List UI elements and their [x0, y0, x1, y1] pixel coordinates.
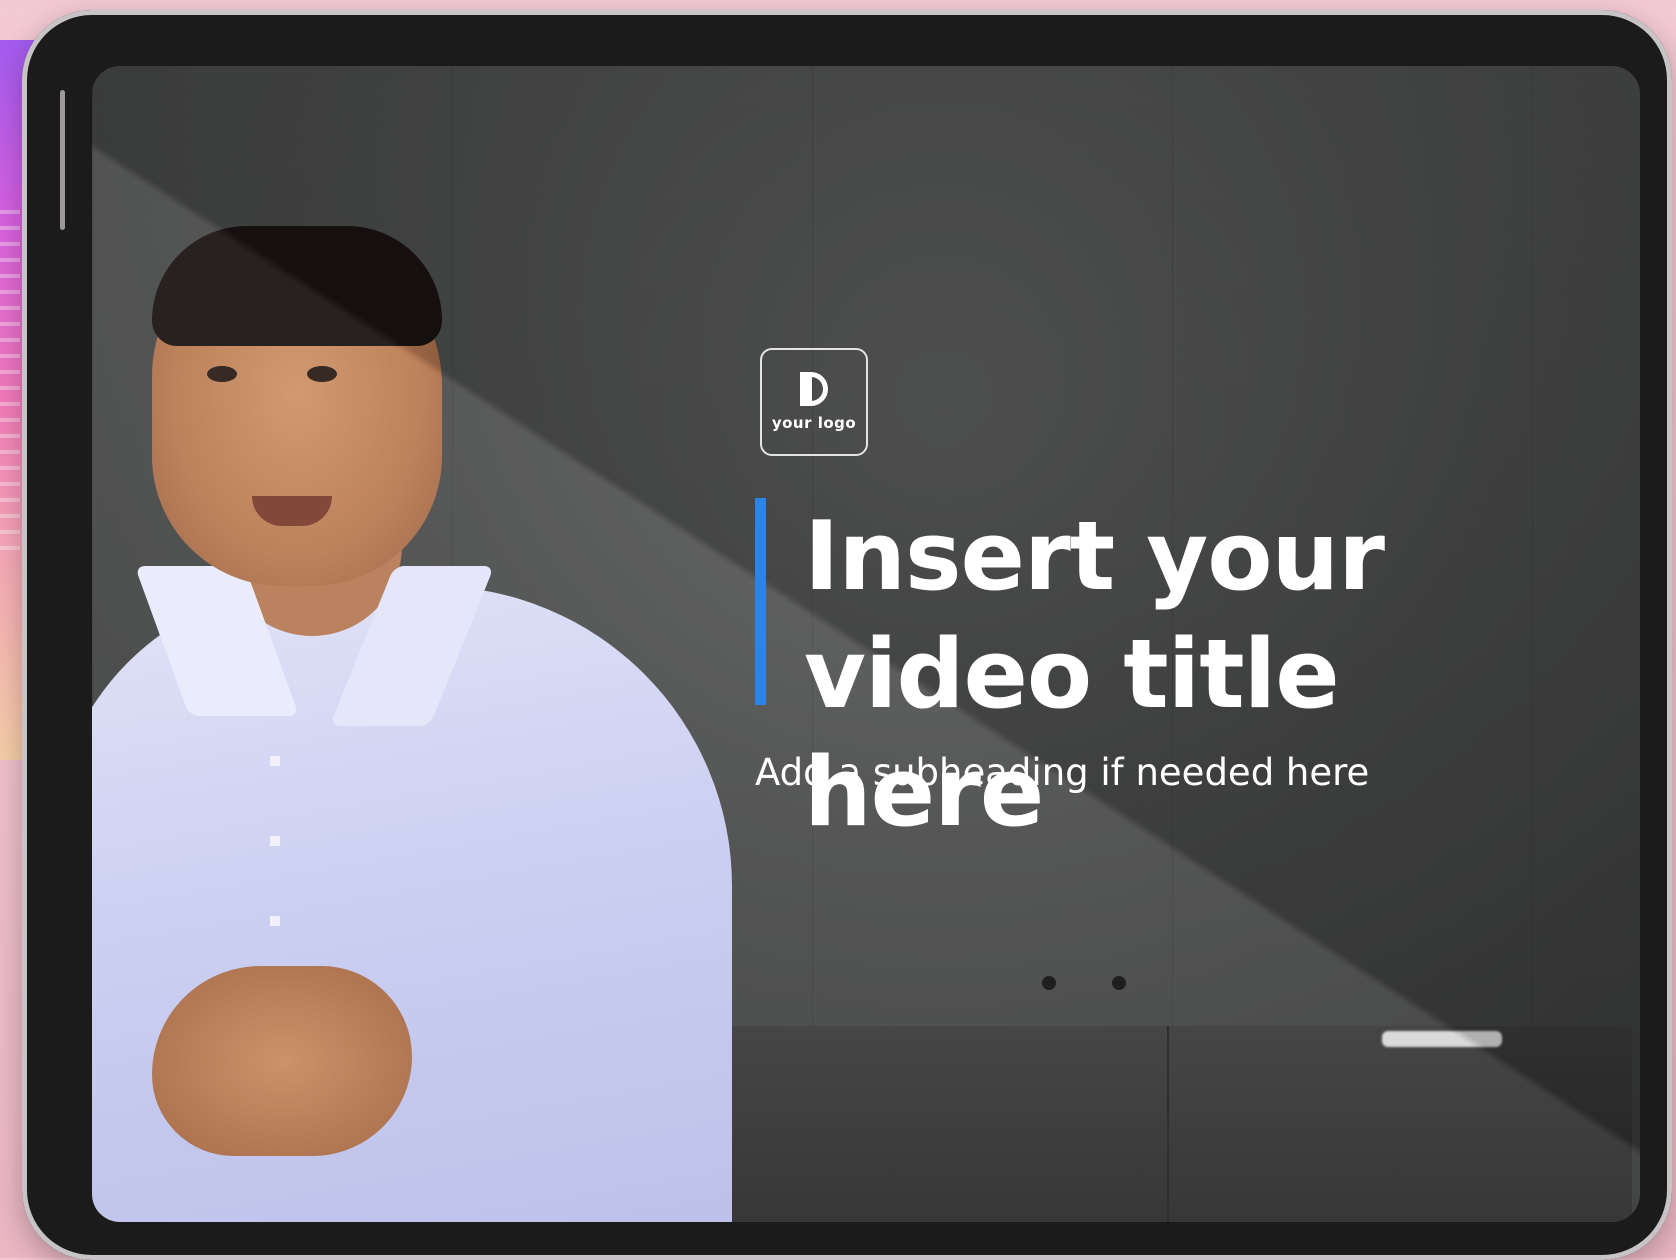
logo-placeholder[interactable]: your logo: [760, 348, 868, 456]
logo-icon: [800, 372, 828, 406]
logo-text: your logo: [771, 414, 857, 432]
video-title-line-2: video title here: [804, 620, 1340, 848]
video-title-line-1: Insert your: [804, 502, 1385, 612]
video-preview[interactable]: your logo Insert your video title here A…: [92, 66, 1640, 1222]
decorative-lines: [0, 210, 20, 550]
tablet-side-button: [60, 90, 65, 230]
video-subheading[interactable]: Add a subheading if needed here: [755, 751, 1575, 795]
video-title[interactable]: Insert your video title here: [804, 498, 1604, 852]
tablet-frame: your logo Insert your video title here A…: [22, 10, 1672, 1260]
title-accent-bar: [755, 498, 766, 705]
